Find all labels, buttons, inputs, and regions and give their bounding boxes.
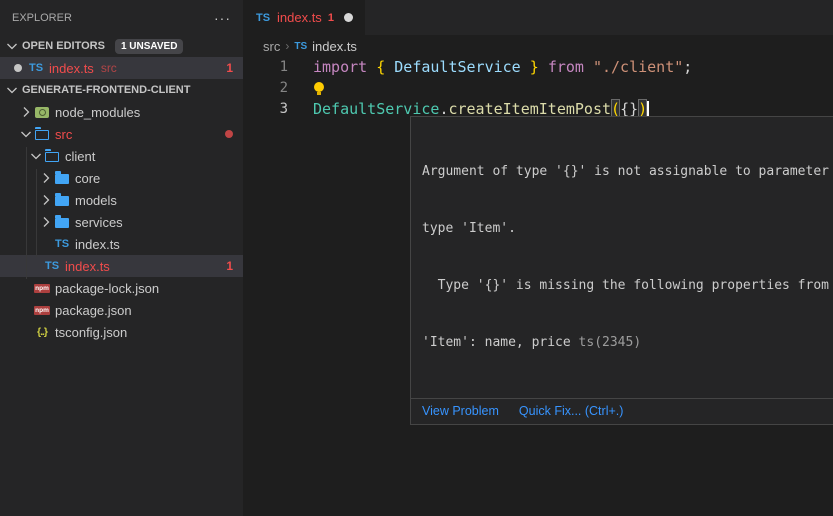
breadcrumb: src › TS index.ts (243, 35, 357, 57)
chevron-right-icon (38, 214, 54, 230)
folder-open-icon (45, 152, 59, 162)
more-actions-icon[interactable]: ··· (214, 10, 231, 26)
open-editor-filename: index.ts (49, 61, 94, 76)
folder-icon (55, 174, 69, 184)
quick-fix-link[interactable]: Quick Fix... (Ctrl+.) (519, 404, 624, 418)
breadcrumb-separator-icon: › (285, 39, 289, 53)
line-number: 3 (243, 99, 288, 120)
explorer-sidebar: EXPLORER ··· OPEN EDITORS 1 UNSAVED TS i… (0, 0, 243, 516)
tree-item-node-modules[interactable]: node_modules (0, 101, 243, 123)
tab-index-ts[interactable]: TS index.ts 1 (243, 0, 365, 35)
npm-file-icon: npm (34, 306, 50, 315)
error-message: Argument of type '{}' is not assignable … (411, 117, 833, 398)
node-modules-folder-icon (35, 107, 49, 118)
typescript-file-icon: TS (28, 62, 44, 74)
modified-dot-icon[interactable] (344, 13, 353, 22)
folder-icon (55, 218, 69, 228)
hover-actions-bar: View Problem Quick Fix... (Ctrl+.) (411, 398, 833, 424)
typescript-file-icon: TS (294, 41, 307, 52)
error-count-badge: 1 (226, 61, 233, 75)
chevron-down-icon (28, 148, 44, 164)
tab-label: index.ts (277, 10, 322, 25)
error-code: ts(2345) (579, 335, 642, 350)
open-editor-description: src (101, 61, 117, 75)
open-editors-section-header[interactable]: OPEN EDITORS 1 UNSAVED (0, 35, 243, 57)
lightbulb-icon[interactable] (313, 82, 324, 96)
chevron-down-icon (4, 38, 20, 54)
explorer-title: EXPLORER (12, 12, 72, 24)
breadcrumb-item-index-ts[interactable]: index.ts (312, 39, 357, 54)
error-dot-badge (225, 130, 233, 138)
modified-dot-icon (14, 64, 22, 72)
editor-group: TS index.ts 1 src › TS index.ts 1 import… (243, 0, 833, 516)
chevron-down-icon (4, 82, 20, 98)
open-editor-item-index-ts[interactable]: TS index.ts src 1 (0, 57, 243, 79)
code-editor[interactable]: 1 import { DefaultService } from "./clie… (243, 57, 833, 120)
vscode-window: EXPLORER ··· OPEN EDITORS 1 UNSAVED TS i… (0, 0, 833, 516)
workspace-label: GENERATE-FRONTEND-CLIENT (22, 84, 190, 96)
line-number: 1 (243, 57, 288, 78)
folder-icon (55, 196, 69, 206)
tab-bar: TS index.ts 1 (243, 0, 833, 35)
open-editors-label: OPEN EDITORS (22, 40, 105, 52)
chevron-down-icon (18, 126, 34, 142)
line-number: 2 (243, 78, 288, 99)
tree-item-client[interactable]: client (0, 145, 243, 167)
tree-item-package-json[interactable]: npm package.json (0, 299, 243, 321)
chevron-right-icon (38, 192, 54, 208)
error-hover-tooltip: Argument of type '{}' is not assignable … (410, 116, 833, 425)
tree-item-src[interactable]: src (0, 123, 243, 145)
error-count-badge: 1 (226, 259, 233, 273)
chevron-right-icon (38, 170, 54, 186)
folder-open-icon (35, 130, 49, 140)
npm-file-icon: npm (34, 284, 50, 293)
code-line-2: 2 (243, 78, 833, 99)
code-line-1: 1 import { DefaultService } from "./clie… (243, 57, 833, 78)
breadcrumb-item-src[interactable]: src (263, 39, 280, 54)
json-file-icon: {..} (34, 326, 50, 338)
indent-guide (26, 147, 27, 279)
tree-item-tsconfig-json[interactable]: {..} tsconfig.json (0, 321, 243, 343)
tree-item-src-index-ts[interactable]: TS index.ts 1 (0, 255, 243, 277)
chevron-right-icon (18, 104, 34, 120)
typescript-file-icon: TS (54, 238, 70, 250)
explorer-header: EXPLORER ··· (0, 0, 243, 35)
tree-item-package-lock-json[interactable]: npm package-lock.json (0, 277, 243, 299)
typescript-file-icon: TS (44, 260, 60, 272)
unsaved-count-badge: 1 UNSAVED (115, 39, 184, 54)
view-problem-link[interactable]: View Problem (422, 404, 499, 418)
typescript-file-icon: TS (255, 12, 271, 24)
workspace-section-header[interactable]: GENERATE-FRONTEND-CLIENT (0, 79, 243, 101)
tab-error-count: 1 (328, 12, 334, 24)
indent-guide (36, 169, 37, 257)
